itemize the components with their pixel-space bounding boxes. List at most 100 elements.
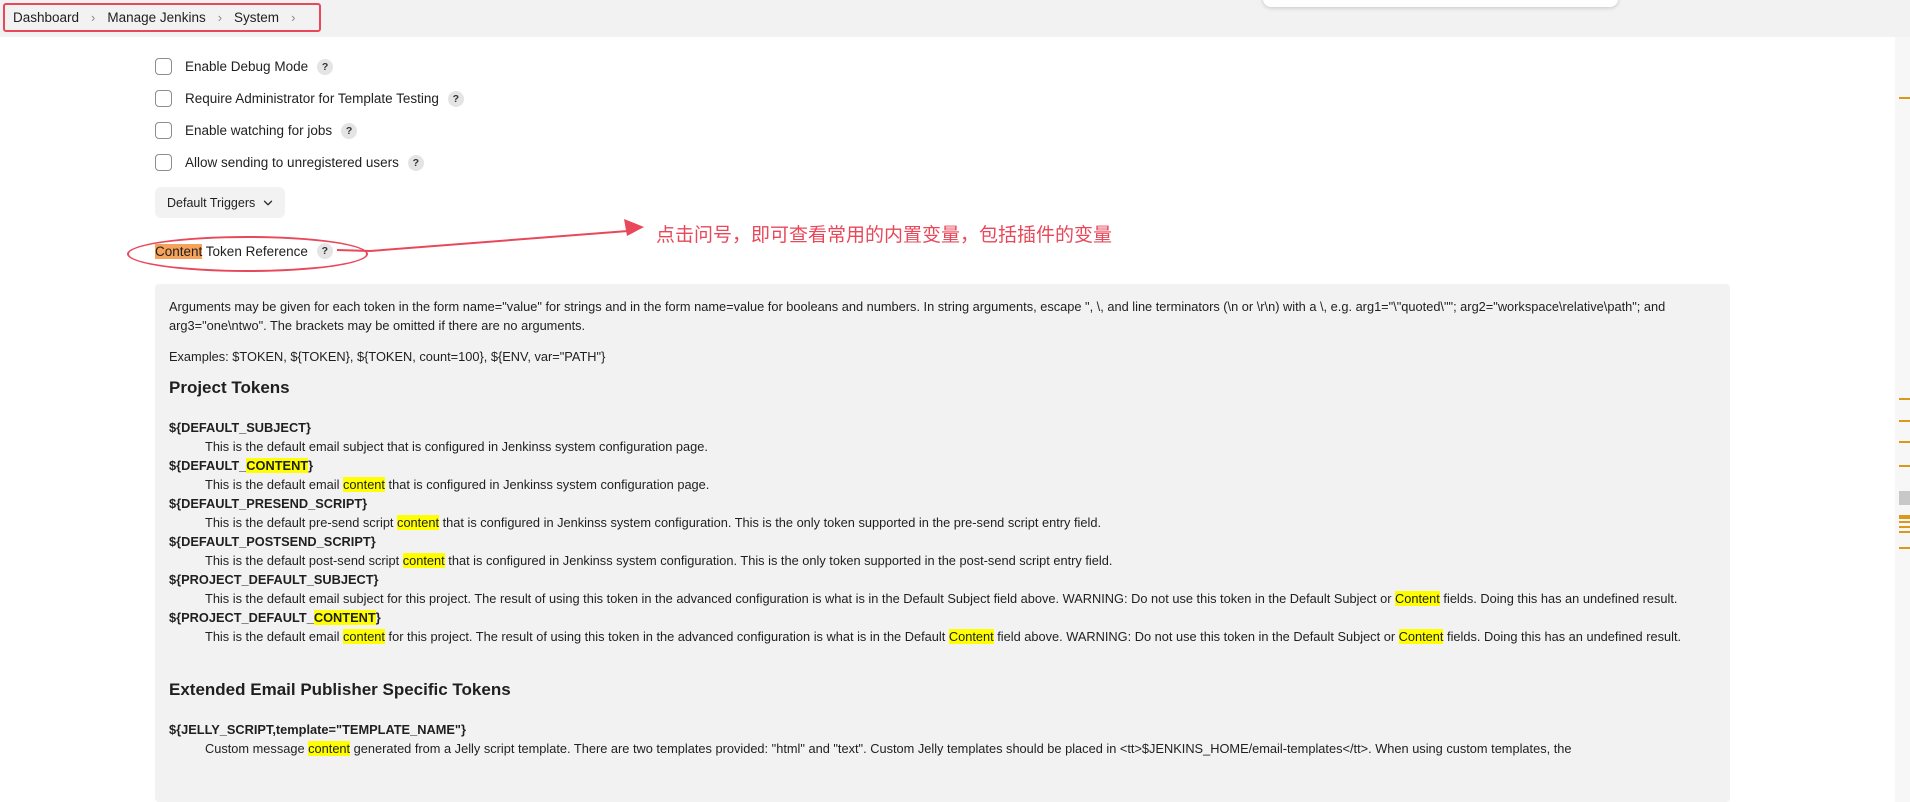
token-item: ${DEFAULT_SUBJECT} This is the default em… <box>169 418 1716 456</box>
token-item: ${JELLY_SCRIPT,template="TEMPLATE_NAME"}… <box>169 720 1716 758</box>
text-segment: Custom message <box>205 741 309 756</box>
top-bar: Dashboard › Manage Jenkins › System › <box>0 0 1910 37</box>
search-highlight: content <box>402 553 445 568</box>
breadcrumb-manage-jenkins[interactable]: Manage Jenkins <box>107 10 205 25</box>
text-segment: fields. Doing this has an undefined resu… <box>1443 629 1682 644</box>
scrollbar-match-marker <box>1899 517 1910 519</box>
help-icon[interactable]: ? <box>407 154 424 171</box>
token-help-panel: Arguments may be given for each token in… <box>155 284 1730 802</box>
token-item: ${DEFAULT_CONTENT} This is the default em… <box>169 456 1716 494</box>
text-segment: that is configured in Jenkinss system co… <box>444 553 1113 568</box>
scrollbar-match-marker <box>1899 521 1910 523</box>
help-icon[interactable]: ? <box>317 58 334 75</box>
project-tokens-heading: Project Tokens <box>169 378 290 397</box>
search-highlight: CONTENT <box>313 610 376 625</box>
text-segment: } <box>375 610 381 625</box>
annotation-text: 点击问号，即可查看常用的内置变量，包括插件的变量 <box>656 224 1113 246</box>
scrollbar-match-marker <box>1899 547 1910 549</box>
token-description: This is the default email subject for th… <box>169 589 1716 608</box>
breadcrumb-dashboard[interactable]: Dashboard <box>13 10 79 25</box>
option-allow-unregistered-users: Allow sending to unregistered users ? <box>155 154 424 171</box>
text-segment: ${DEFAULT_SUBJECT} <box>169 420 311 435</box>
default-triggers-label: Default Triggers <box>167 195 256 210</box>
text-segment: fields. Doing this has an undefined resu… <box>1439 591 1678 606</box>
token-name: ${DEFAULT_POSTSEND_SCRIPT} <box>169 532 1716 551</box>
text-segment: ${PROJECT_DEFAULT_SUBJECT} <box>169 572 379 587</box>
scrollbar-thumb[interactable] <box>1899 491 1910 505</box>
option-require-admin-template-testing: Require Administrator for Template Testi… <box>155 90 464 107</box>
text-segment: This is the default email <box>205 629 343 644</box>
breadcrumb-system[interactable]: System <box>234 10 279 25</box>
scrollbar-match-marker <box>1899 398 1910 400</box>
require-admin-checkbox[interactable] <box>155 90 172 107</box>
text-segment: ${DEFAULT_POSTSEND_SCRIPT} <box>169 534 376 549</box>
text-segment: ${JELLY_SCRIPT,template="TEMPLATE_NAME"} <box>169 722 466 737</box>
text-segment: generated from a Jelly script template. … <box>350 741 1572 756</box>
default-triggers-button[interactable]: Default Triggers <box>155 187 286 218</box>
text-segment: for this project. The result of using th… <box>384 629 949 644</box>
option-label: Enable Debug Mode <box>185 59 309 74</box>
token-description: This is the default pre-send script cont… <box>169 513 1716 532</box>
token-item: ${PROJECT_DEFAULT_SUBJECT} This is the de… <box>169 570 1716 608</box>
search-highlight: Content <box>1395 591 1440 606</box>
scrollbar-match-marker <box>1899 97 1910 99</box>
help-intro: Arguments may be given for each token in… <box>169 299 1666 333</box>
text-segment: ${DEFAULT_PRESEND_SCRIPT} <box>169 496 368 511</box>
search-highlight: CONTENT <box>246 458 309 473</box>
text-segment: This is the default email subject for th… <box>205 591 1396 606</box>
text-segment: that is configured in Jenkinss system co… <box>384 477 710 492</box>
text-segment: that is configured in Jenkinss system co… <box>439 515 1102 530</box>
scrollbar-match-marker <box>1899 441 1910 443</box>
chevron-right-icon: › <box>217 10 223 25</box>
breadcrumb: Dashboard › Manage Jenkins › System › <box>3 3 322 32</box>
token-name: ${PROJECT_DEFAULT_SUBJECT} <box>169 570 1716 589</box>
text-segment: } <box>308 458 314 473</box>
text-segment: This is the default post-send script <box>205 553 403 568</box>
option-enable-debug-mode: Enable Debug Mode ? <box>155 58 334 75</box>
option-label: Enable watching for jobs <box>185 123 333 138</box>
token-description: This is the default email content that i… <box>169 475 1716 494</box>
help-icon[interactable]: ? <box>447 90 464 107</box>
option-label: Allow sending to unregistered users <box>185 155 399 170</box>
option-label: Require Administrator for Template Testi… <box>185 91 439 106</box>
text-segment: This is the default email <box>205 477 343 492</box>
text-segment: ${DEFAULT_ <box>169 458 247 473</box>
scrollbar-match-marker <box>1899 526 1910 528</box>
token-item: ${PROJECT_DEFAULT_CONTENT} This is the de… <box>169 608 1716 646</box>
search-highlight: content <box>308 741 351 756</box>
text-segment: This is the default pre-send script <box>205 515 398 530</box>
token-name: ${DEFAULT_CONTENT} <box>169 456 1716 475</box>
enable-watching-checkbox[interactable] <box>155 122 172 139</box>
annotation-ellipse <box>127 236 368 272</box>
token-description: Custom message content generated from a … <box>169 739 1716 758</box>
search-highlight: content <box>343 477 385 492</box>
allow-unregistered-checkbox[interactable] <box>155 154 172 171</box>
scrollbar-match-marker <box>1899 465 1910 467</box>
option-enable-watching-jobs: Enable watching for jobs ? <box>155 122 358 139</box>
extended-tokens-list: ${JELLY_SCRIPT,template="TEMPLATE_NAME"}… <box>169 720 1716 758</box>
token-item: ${DEFAULT_PRESEND_SCRIPT} This is the def… <box>169 494 1716 532</box>
token-description: This is the default email subject that i… <box>169 437 1716 456</box>
extended-tokens-heading: Extended Email Publisher Specific Tokens <box>169 680 511 699</box>
token-name: ${JELLY_SCRIPT,template="TEMPLATE_NAME"} <box>169 720 1716 739</box>
scrollbar-match-marker <box>1899 420 1910 422</box>
project-tokens-list: ${DEFAULT_SUBJECT} This is the default em… <box>169 418 1716 646</box>
text-segment: This is the default email subject that i… <box>205 439 708 454</box>
search-highlight: Content <box>1398 629 1444 644</box>
chevron-down-icon <box>264 200 273 205</box>
chevron-right-icon: › <box>91 10 96 25</box>
token-name: ${DEFAULT_SUBJECT} <box>169 418 1716 437</box>
help-examples: Examples: $TOKEN, ${TOKEN}, ${TOKEN, cou… <box>169 349 606 364</box>
search-highlight: content <box>397 515 440 530</box>
scrollbar-match-marker <box>1899 531 1910 533</box>
token-name: ${PROJECT_DEFAULT_CONTENT} <box>169 608 1716 627</box>
search-highlight: Content <box>948 629 994 644</box>
popup-panel-edge <box>1263 0 1618 7</box>
help-icon[interactable]: ? <box>341 122 358 139</box>
text-segment: field above. WARNING: Do not use this to… <box>993 629 1399 644</box>
token-name: ${DEFAULT_PRESEND_SCRIPT} <box>169 494 1716 513</box>
chevron-right-icon[interactable]: › <box>291 10 295 25</box>
token-description: This is the default email content for th… <box>169 627 1716 646</box>
search-highlight: content <box>343 629 385 644</box>
enable-debug-mode-checkbox[interactable] <box>155 58 172 75</box>
